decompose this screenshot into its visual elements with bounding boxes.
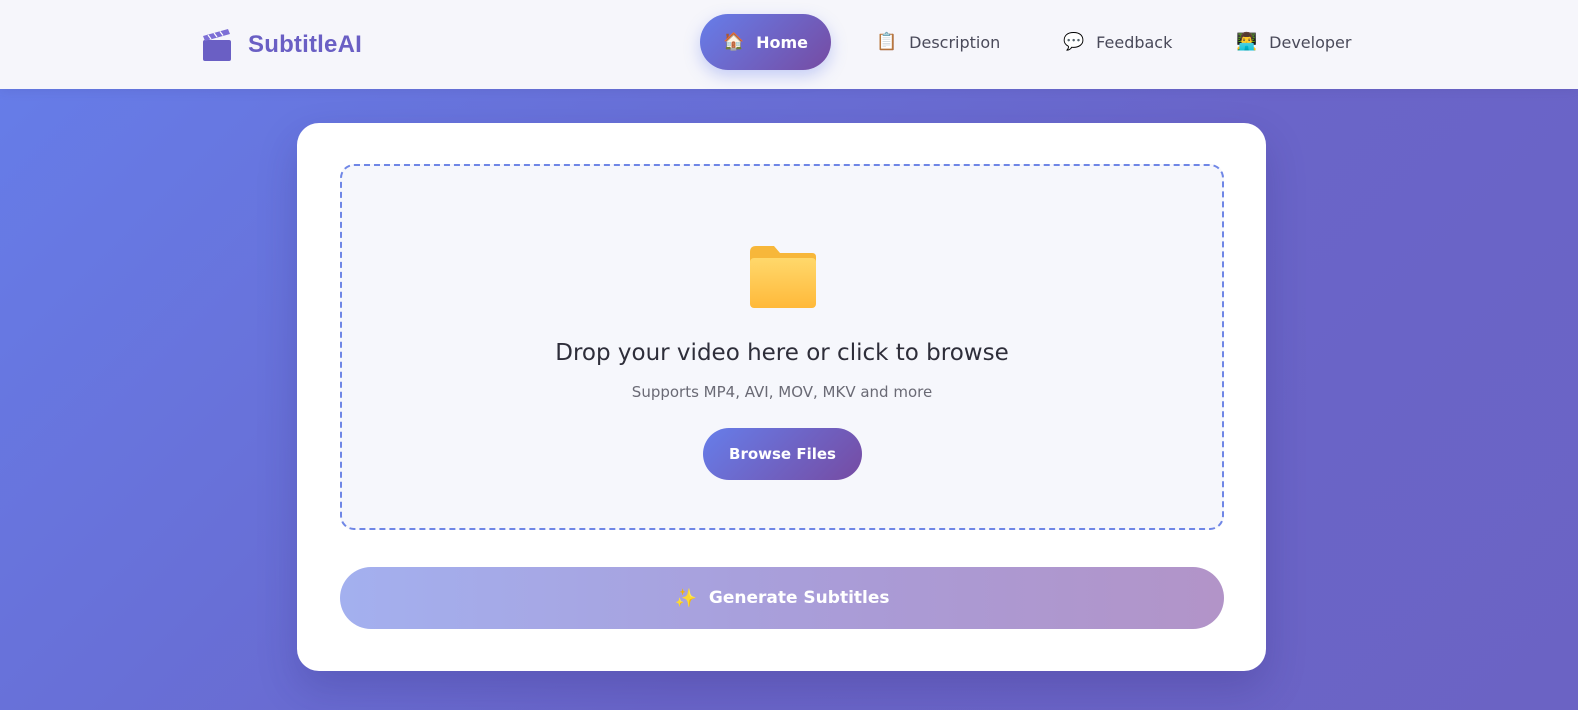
house-icon: 🏠: [722, 31, 745, 52]
speech-bubble-icon: 💬: [1063, 31, 1085, 52]
video-dropzone[interactable]: Drop your video here or click to browse …: [340, 164, 1224, 530]
folder-icon: [750, 246, 816, 308]
supported-formats-text: Supports MP4, AVI, MOV, MKV and more: [631, 383, 933, 401]
nav-item-label: Developer: [1269, 32, 1352, 52]
generate-subtitles-button[interactable]: ✨ Generate Subtitles: [340, 567, 1224, 629]
nav-item-developer[interactable]: 👨‍💻 Developer: [1236, 14, 1351, 70]
nav-item-home[interactable]: 🏠 Home: [700, 14, 831, 70]
developer-icon: 👨‍💻: [1236, 31, 1258, 52]
nav-item-label: Home: [756, 32, 809, 52]
nav-item-feedback[interactable]: 💬 Feedback: [1063, 14, 1172, 70]
generate-subtitles-label: Generate Subtitles: [708, 588, 890, 608]
sparkles-icon: ✨: [674, 587, 697, 609]
browse-files-button[interactable]: Browse Files: [703, 428, 862, 480]
nav-item-description[interactable]: 📋 Description: [876, 14, 1000, 70]
upload-card: Drop your video here or click to browse …: [297, 123, 1266, 671]
dropzone-title: Drop your video here or click to browse: [555, 340, 1009, 366]
navbar: SubtitleAI 🏠 Home 📋 Description 💬 Feedba…: [0, 0, 1578, 89]
main-nav: 🏠 Home 📋 Description 💬 Feedback 👨‍💻 Deve…: [0, 14, 1578, 70]
nav-item-label: Feedback: [1096, 32, 1173, 52]
clipboard-icon: 📋: [876, 31, 898, 52]
nav-item-label: Description: [909, 32, 1001, 52]
